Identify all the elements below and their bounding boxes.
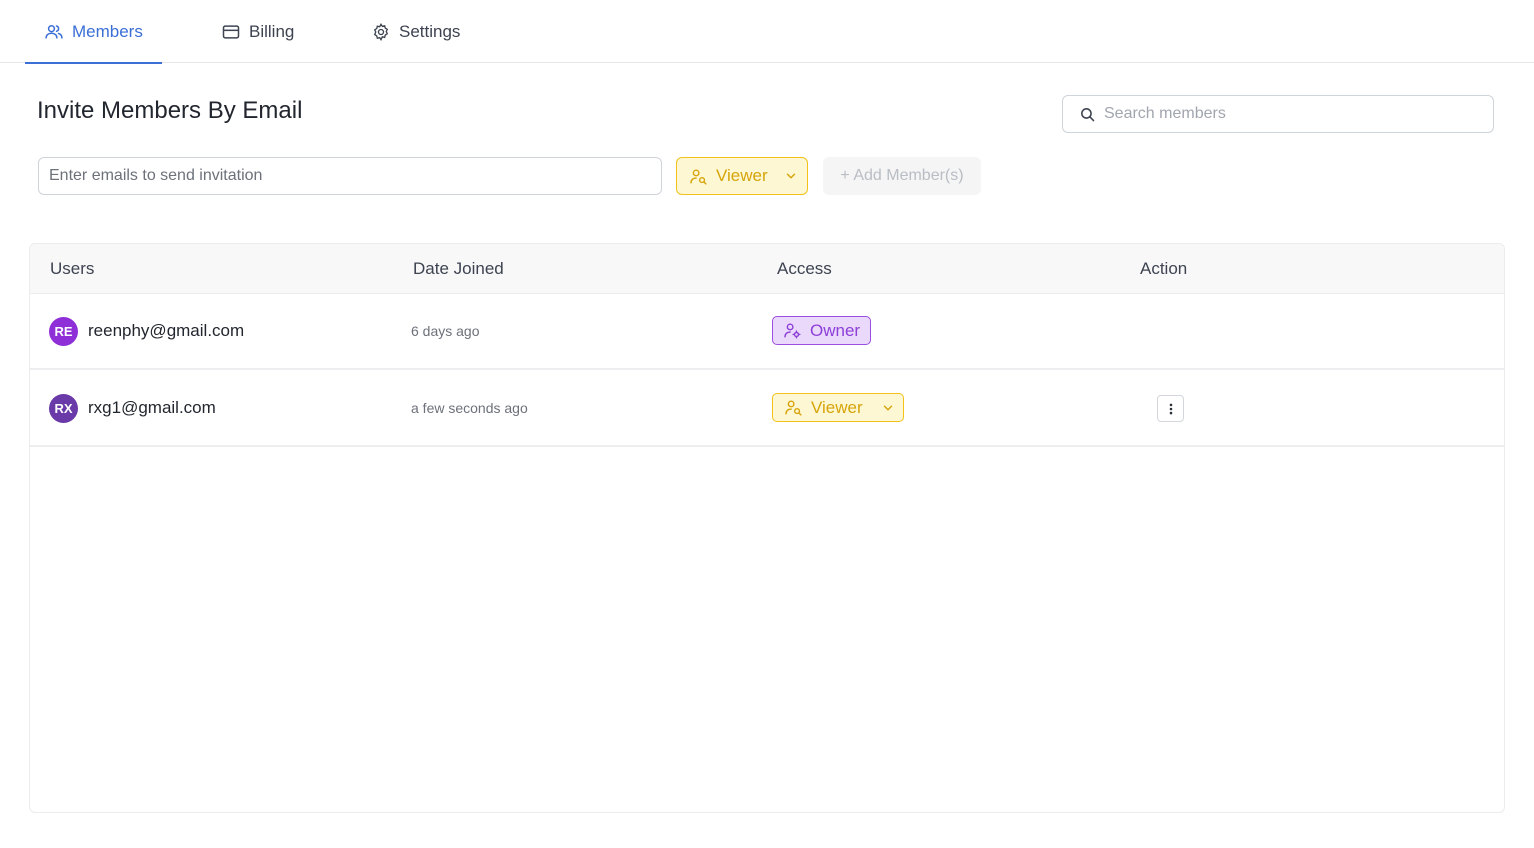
owner-badge: Owner: [772, 316, 872, 345]
date-joined: 6 days ago: [411, 323, 480, 339]
tab-members-label: Members: [72, 21, 143, 41]
user-search-icon: [690, 168, 707, 185]
header-date-joined: Date Joined: [413, 259, 504, 278]
table-header: Users Date Joined Access Action: [30, 244, 1504, 294]
user-email: reenphy@gmail.com: [88, 321, 245, 340]
tab-settings-label: Settings: [399, 21, 461, 41]
user-email: rxg1@gmail.com: [88, 398, 216, 417]
tab-bar: Members Billing Settings: [0, 0, 1534, 64]
credit-card-icon: [222, 24, 240, 39]
more-actions-button[interactable]: [1157, 395, 1184, 422]
invite-role-label: Viewer: [716, 166, 768, 185]
page-title: Invite Members By Email: [37, 97, 303, 124]
tab-members[interactable]: Members: [25, 0, 162, 64]
add-members-button[interactable]: + Add Member(s): [823, 157, 981, 195]
user-search-icon: [785, 400, 802, 416]
search-box[interactable]: [1062, 95, 1494, 133]
invite-email-input[interactable]: [38, 157, 662, 195]
chevron-down-icon: [786, 173, 795, 179]
tab-billing-label: Billing: [249, 21, 295, 41]
date-joined-cell: 6 days ago: [411, 294, 480, 368]
search-input[interactable]: [1104, 105, 1484, 123]
gear-icon: [373, 22, 389, 41]
user-cell: RX rxg1@gmail.com: [49, 371, 216, 445]
header-access: Access: [777, 259, 832, 278]
search-icon: [1081, 107, 1095, 121]
chevron-down-icon: [883, 405, 892, 411]
tab-settings[interactable]: Settings: [371, 0, 460, 63]
users-icon: [45, 24, 63, 39]
more-vertical-icon: [1169, 403, 1172, 414]
member-role-dropdown[interactable]: Viewer: [772, 393, 904, 422]
header-users: Users: [50, 259, 95, 278]
invite-role-dropdown[interactable]: Viewer: [676, 157, 808, 195]
date-joined-cell: a few seconds ago: [411, 371, 528, 445]
owner-label: Owner: [810, 320, 861, 340]
avatar: RX: [49, 393, 78, 423]
member-role-label: Viewer: [811, 397, 863, 417]
table-row: RX rxg1@gmail.com a few seconds ago View…: [30, 371, 1504, 447]
user-cell: RE reenphy@gmail.com: [49, 294, 244, 368]
tab-billing[interactable]: Billing: [221, 0, 294, 63]
table-row: RE reenphy@gmail.com 6 days ago Owner: [30, 294, 1504, 370]
date-joined: a few seconds ago: [411, 400, 528, 416]
user-gear-icon: [784, 323, 801, 339]
header-action: Action: [1140, 259, 1188, 278]
avatar: RE: [49, 316, 78, 346]
members-table: Users Date Joined Access Action RE reenp…: [29, 243, 1505, 813]
